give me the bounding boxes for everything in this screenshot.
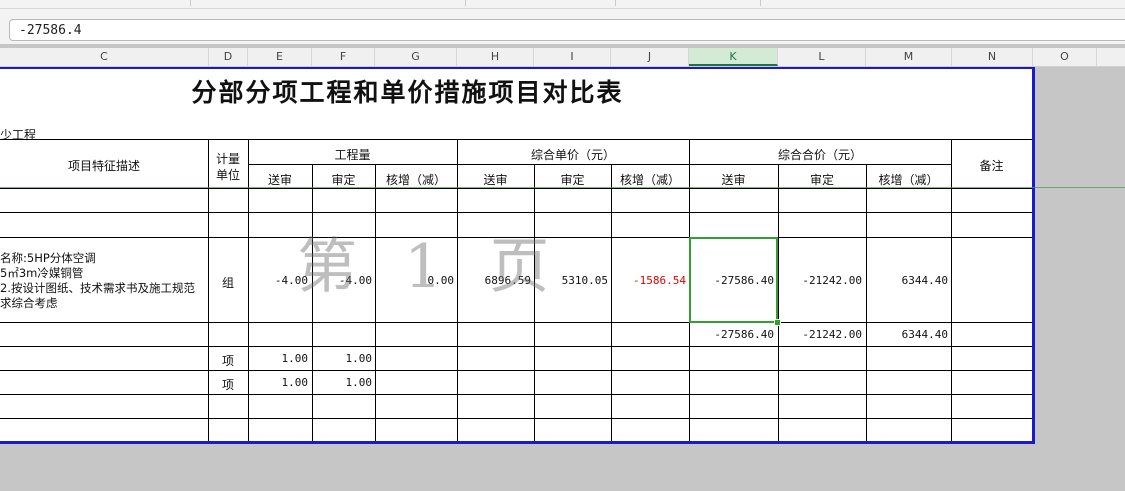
subtotal-total-approved[interactable]: -21242.00 — [778, 328, 862, 341]
item-qty-diff[interactable]: 0.00 — [375, 274, 455, 287]
column-header-f[interactable]: F — [312, 48, 375, 66]
item-description-line: 求综合考虑 — [0, 296, 58, 310]
row-qty-submitted[interactable]: 1.00 — [248, 376, 309, 389]
column-header-bar: C D E F G H I J K L M N O — [0, 48, 1125, 67]
column-header-c[interactable]: C — [0, 48, 209, 66]
column-header-h[interactable]: H — [457, 48, 534, 66]
column-header-m[interactable]: M — [866, 48, 952, 66]
header-qty-diff: 核增（减） — [385, 173, 446, 187]
print-area-right-border — [1032, 67, 1035, 444]
row-unit[interactable]: 项 — [208, 352, 248, 369]
row-unit[interactable]: 项 — [208, 376, 248, 393]
column-header-l[interactable]: L — [778, 48, 866, 66]
item-description: 名称:5HP分体空调 5㎡3m冷媒铜管 2.按设计图纸、技术需求书及施工规范 求… — [0, 251, 195, 311]
header-total-approved: 审定 — [809, 173, 834, 187]
active-cell-selection[interactable] — [689, 237, 778, 323]
header-unit-price: 综合单价（元） — [530, 148, 615, 162]
header-total-diff: 核增（减） — [878, 173, 939, 187]
item-qty-submitted[interactable]: -4.00 — [248, 274, 308, 287]
item-qty-approved[interactable]: -4.00 — [312, 274, 372, 287]
item-price-approved[interactable]: 5310.05 — [534, 274, 608, 287]
item-description-line: 名称:5HP分体空调 — [0, 251, 96, 265]
column-header-e[interactable]: E — [248, 48, 312, 66]
header-unit-line1: 计量 — [215, 152, 240, 166]
tab-strip — [0, 0, 1125, 9]
project-name: 少工程 — [0, 128, 37, 142]
item-price-diff[interactable]: -1586.54 — [611, 274, 686, 287]
item-description-line: 2.按设计图纸、技术需求书及施工规范 — [0, 281, 195, 295]
column-header-n[interactable]: N — [952, 48, 1033, 66]
column-header-o[interactable]: O — [1033, 48, 1097, 66]
formula-input[interactable]: -27586.4 — [9, 19, 1125, 41]
item-description-line: 5㎡3m冷媒铜管 — [0, 266, 84, 280]
column-header-d[interactable]: D — [209, 48, 248, 66]
item-total-diff[interactable]: 6344.40 — [866, 274, 948, 287]
formula-bar: -27586.4 — [0, 9, 1125, 44]
column-header-k[interactable]: K — [689, 48, 778, 66]
header-total-price: 综合合价（元） — [777, 148, 862, 162]
header-qty-submitted: 送审 — [267, 173, 292, 187]
subtotal-total-diff[interactable]: 6344.40 — [866, 328, 948, 341]
row-qty-approved[interactable]: 1.00 — [312, 352, 373, 365]
column-header-g[interactable]: G — [375, 48, 457, 66]
fill-handle[interactable] — [774, 319, 781, 326]
freeze-pane-line — [0, 187, 1125, 188]
header-price-submitted: 送审 — [483, 173, 508, 187]
header-remark: 备注 — [979, 159, 1004, 173]
print-area-top-border — [0, 67, 1035, 69]
column-header-i[interactable]: I — [534, 48, 611, 66]
sheet-title: 分部分项工程和单价措施项目对比表 — [191, 78, 624, 107]
header-quantity: 工程量 — [334, 148, 371, 162]
header-item-description: 项目特征描述 — [67, 159, 140, 173]
header-price-diff: 核增（减） — [619, 173, 680, 187]
print-area-bottom-border — [0, 441, 1035, 444]
header-qty-approved: 审定 — [331, 173, 356, 187]
header-unit-line2: 单位 — [215, 168, 240, 182]
item-total-approved[interactable]: -21242.00 — [778, 274, 862, 287]
item-unit[interactable]: 组 — [208, 274, 248, 291]
header-price-approved: 审定 — [560, 173, 585, 187]
item-price-submitted[interactable]: 6896.59 — [457, 274, 531, 287]
column-header-j[interactable]: J — [611, 48, 689, 66]
row-qty-approved[interactable]: 1.00 — [312, 376, 373, 389]
subtotal-total-submitted[interactable]: -27586.40 — [689, 328, 774, 341]
header-total-submitted: 送审 — [721, 173, 746, 187]
row-qty-submitted[interactable]: 1.00 — [248, 352, 309, 365]
formula-value: -27586.4 — [19, 23, 82, 38]
